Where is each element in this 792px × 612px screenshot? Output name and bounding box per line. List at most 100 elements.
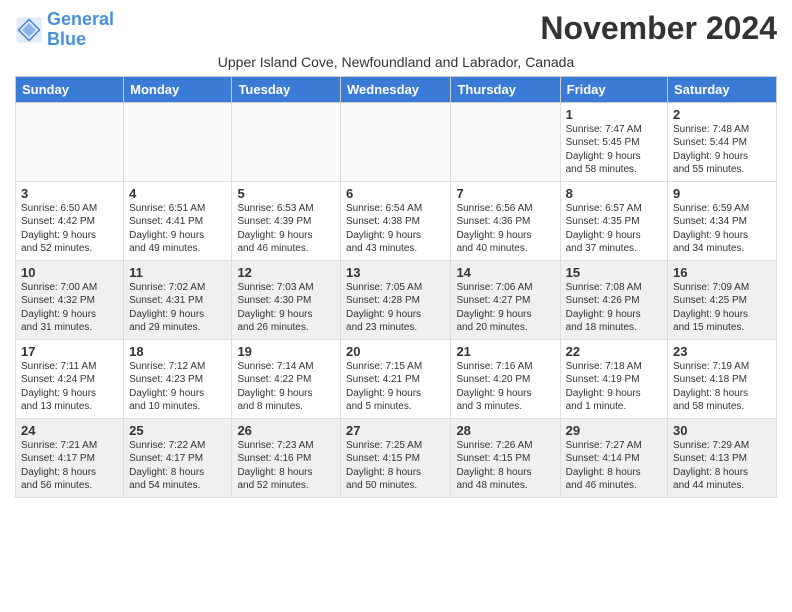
day-info: Sunrise: 7:26 AM Sunset: 4:15 PM Dayligh… (456, 439, 554, 493)
logo-line1: General (47, 9, 114, 29)
day-number: 8 (566, 186, 662, 201)
day-number: 22 (566, 344, 662, 359)
subtitle: Upper Island Cove, Newfoundland and Labr… (15, 54, 777, 70)
calendar-cell: 4Sunrise: 6:51 AM Sunset: 4:41 PM Daylig… (124, 181, 232, 260)
calendar-cell: 1Sunrise: 7:47 AM Sunset: 5:45 PM Daylig… (560, 102, 667, 181)
day-info: Sunrise: 7:11 AM Sunset: 4:24 PM Dayligh… (21, 360, 118, 414)
day-info: Sunrise: 7:22 AM Sunset: 4:17 PM Dayligh… (129, 439, 226, 493)
day-info: Sunrise: 7:18 AM Sunset: 4:19 PM Dayligh… (566, 360, 662, 414)
calendar-cell: 14Sunrise: 7:06 AM Sunset: 4:27 PM Dayli… (451, 260, 560, 339)
day-info: Sunrise: 6:59 AM Sunset: 4:34 PM Dayligh… (673, 202, 771, 256)
day-number: 27 (346, 423, 445, 438)
day-info: Sunrise: 7:25 AM Sunset: 4:15 PM Dayligh… (346, 439, 445, 493)
calendar-cell: 13Sunrise: 7:05 AM Sunset: 4:28 PM Dayli… (341, 260, 451, 339)
calendar-cell: 19Sunrise: 7:14 AM Sunset: 4:22 PM Dayli… (232, 339, 341, 418)
day-info: Sunrise: 7:21 AM Sunset: 4:17 PM Dayligh… (21, 439, 118, 493)
day-number: 6 (346, 186, 445, 201)
day-number: 17 (21, 344, 118, 359)
calendar-cell (16, 102, 124, 181)
calendar-cell: 22Sunrise: 7:18 AM Sunset: 4:19 PM Dayli… (560, 339, 667, 418)
logo-text: General Blue (47, 10, 114, 50)
calendar: SundayMondayTuesdayWednesdayThursdayFrid… (15, 76, 777, 498)
calendar-week-2: 3Sunrise: 6:50 AM Sunset: 4:42 PM Daylig… (16, 181, 777, 260)
day-number: 28 (456, 423, 554, 438)
logo: General Blue (15, 10, 114, 50)
day-number: 15 (566, 265, 662, 280)
day-number: 19 (237, 344, 335, 359)
day-number: 26 (237, 423, 335, 438)
day-number: 24 (21, 423, 118, 438)
calendar-week-1: 1Sunrise: 7:47 AM Sunset: 5:45 PM Daylig… (16, 102, 777, 181)
day-number: 4 (129, 186, 226, 201)
calendar-cell: 10Sunrise: 7:00 AM Sunset: 4:32 PM Dayli… (16, 260, 124, 339)
day-number: 30 (673, 423, 771, 438)
day-number: 2 (673, 107, 771, 122)
day-number: 23 (673, 344, 771, 359)
col-header-sunday: Sunday (16, 76, 124, 102)
col-header-friday: Friday (560, 76, 667, 102)
page-container: General Blue November 2024 Upper Island … (0, 0, 792, 508)
day-info: Sunrise: 7:08 AM Sunset: 4:26 PM Dayligh… (566, 281, 662, 335)
day-info: Sunrise: 6:56 AM Sunset: 4:36 PM Dayligh… (456, 202, 554, 256)
day-info: Sunrise: 7:19 AM Sunset: 4:18 PM Dayligh… (673, 360, 771, 414)
calendar-cell: 16Sunrise: 7:09 AM Sunset: 4:25 PM Dayli… (668, 260, 777, 339)
col-header-saturday: Saturday (668, 76, 777, 102)
day-number: 21 (456, 344, 554, 359)
day-number: 9 (673, 186, 771, 201)
calendar-cell: 9Sunrise: 6:59 AM Sunset: 4:34 PM Daylig… (668, 181, 777, 260)
calendar-week-3: 10Sunrise: 7:00 AM Sunset: 4:32 PM Dayli… (16, 260, 777, 339)
day-info: Sunrise: 7:00 AM Sunset: 4:32 PM Dayligh… (21, 281, 118, 335)
calendar-cell: 3Sunrise: 6:50 AM Sunset: 4:42 PM Daylig… (16, 181, 124, 260)
day-number: 10 (21, 265, 118, 280)
calendar-cell: 28Sunrise: 7:26 AM Sunset: 4:15 PM Dayli… (451, 418, 560, 497)
calendar-cell: 8Sunrise: 6:57 AM Sunset: 4:35 PM Daylig… (560, 181, 667, 260)
calendar-cell: 29Sunrise: 7:27 AM Sunset: 4:14 PM Dayli… (560, 418, 667, 497)
day-number: 5 (237, 186, 335, 201)
calendar-cell: 26Sunrise: 7:23 AM Sunset: 4:16 PM Dayli… (232, 418, 341, 497)
calendar-cell: 21Sunrise: 7:16 AM Sunset: 4:20 PM Dayli… (451, 339, 560, 418)
day-info: Sunrise: 7:48 AM Sunset: 5:44 PM Dayligh… (673, 123, 771, 177)
day-info: Sunrise: 7:05 AM Sunset: 4:28 PM Dayligh… (346, 281, 445, 335)
calendar-cell: 11Sunrise: 7:02 AM Sunset: 4:31 PM Dayli… (124, 260, 232, 339)
calendar-cell (124, 102, 232, 181)
day-info: Sunrise: 6:51 AM Sunset: 4:41 PM Dayligh… (129, 202, 226, 256)
calendar-cell: 2Sunrise: 7:48 AM Sunset: 5:44 PM Daylig… (668, 102, 777, 181)
day-info: Sunrise: 7:16 AM Sunset: 4:20 PM Dayligh… (456, 360, 554, 414)
calendar-cell: 5Sunrise: 6:53 AM Sunset: 4:39 PM Daylig… (232, 181, 341, 260)
calendar-header-row: SundayMondayTuesdayWednesdayThursdayFrid… (16, 76, 777, 102)
day-info: Sunrise: 7:23 AM Sunset: 4:16 PM Dayligh… (237, 439, 335, 493)
calendar-cell: 15Sunrise: 7:08 AM Sunset: 4:26 PM Dayli… (560, 260, 667, 339)
day-info: Sunrise: 6:57 AM Sunset: 4:35 PM Dayligh… (566, 202, 662, 256)
calendar-cell: 27Sunrise: 7:25 AM Sunset: 4:15 PM Dayli… (341, 418, 451, 497)
logo-icon (15, 16, 43, 44)
calendar-cell: 20Sunrise: 7:15 AM Sunset: 4:21 PM Dayli… (341, 339, 451, 418)
calendar-cell: 17Sunrise: 7:11 AM Sunset: 4:24 PM Dayli… (16, 339, 124, 418)
day-number: 1 (566, 107, 662, 122)
day-number: 11 (129, 265, 226, 280)
col-header-wednesday: Wednesday (341, 76, 451, 102)
day-number: 29 (566, 423, 662, 438)
calendar-cell: 18Sunrise: 7:12 AM Sunset: 4:23 PM Dayli… (124, 339, 232, 418)
calendar-cell: 23Sunrise: 7:19 AM Sunset: 4:18 PM Dayli… (668, 339, 777, 418)
day-info: Sunrise: 7:09 AM Sunset: 4:25 PM Dayligh… (673, 281, 771, 335)
col-header-thursday: Thursday (451, 76, 560, 102)
day-info: Sunrise: 7:29 AM Sunset: 4:13 PM Dayligh… (673, 439, 771, 493)
calendar-cell (341, 102, 451, 181)
day-number: 20 (346, 344, 445, 359)
day-number: 12 (237, 265, 335, 280)
logo-line2: Blue (47, 29, 86, 49)
day-number: 3 (21, 186, 118, 201)
header: General Blue November 2024 (15, 10, 777, 50)
calendar-body: 1Sunrise: 7:47 AM Sunset: 5:45 PM Daylig… (16, 102, 777, 497)
calendar-cell (232, 102, 341, 181)
day-info: Sunrise: 6:50 AM Sunset: 4:42 PM Dayligh… (21, 202, 118, 256)
day-info: Sunrise: 6:54 AM Sunset: 4:38 PM Dayligh… (346, 202, 445, 256)
month-title: November 2024 (540, 10, 777, 47)
calendar-cell: 30Sunrise: 7:29 AM Sunset: 4:13 PM Dayli… (668, 418, 777, 497)
calendar-cell: 12Sunrise: 7:03 AM Sunset: 4:30 PM Dayli… (232, 260, 341, 339)
day-info: Sunrise: 7:27 AM Sunset: 4:14 PM Dayligh… (566, 439, 662, 493)
day-info: Sunrise: 7:06 AM Sunset: 4:27 PM Dayligh… (456, 281, 554, 335)
day-info: Sunrise: 7:03 AM Sunset: 4:30 PM Dayligh… (237, 281, 335, 335)
calendar-cell (451, 102, 560, 181)
day-number: 18 (129, 344, 226, 359)
